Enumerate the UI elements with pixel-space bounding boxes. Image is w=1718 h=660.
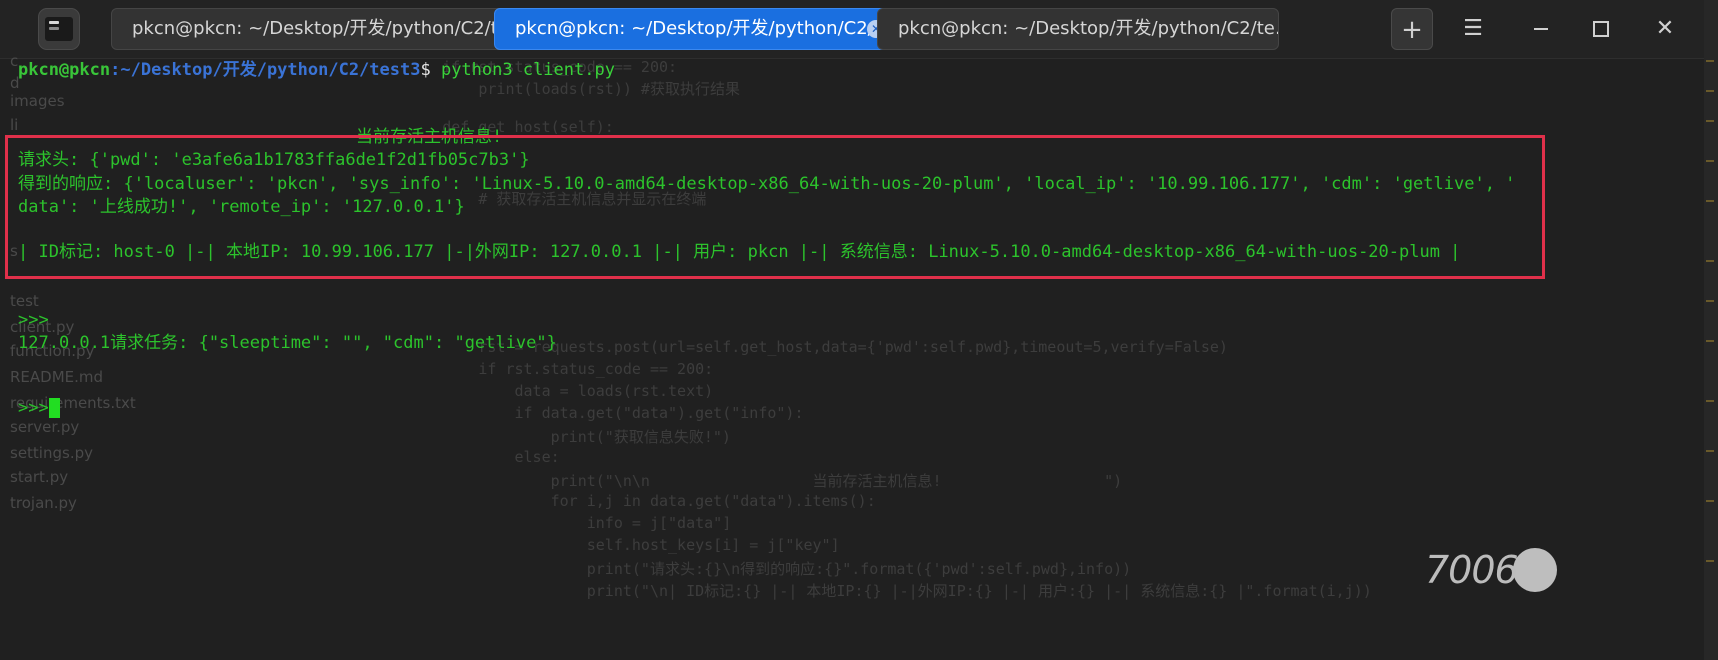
hamburger-icon: ☰ (1463, 16, 1483, 41)
task-request-line: 127.0.0.1请求任务: {"sleeptime": "", "cdm": … (18, 333, 557, 353)
background-minimap (1704, 0, 1718, 660)
repl-prompt: >>> (18, 310, 49, 330)
response-line: 得到的响应: {'localuser': 'pkcn', 'sys_info':… (18, 174, 1516, 194)
add-tab-button[interactable]: + (1391, 8, 1433, 50)
close-icon: ✕ (1655, 16, 1675, 41)
prompt-path: :~/Desktop/开发/python/C2/test3 (110, 60, 421, 80)
plus-icon: + (1401, 15, 1423, 45)
title-bar: pkcn@pkcn: ~/Desktop/开发/python/C2/te… pk… (0, 0, 1718, 59)
tab-label: pkcn@pkcn: ~/Desktop/开发/python/C2/te… (898, 18, 1279, 39)
minimize-button[interactable] (1520, 8, 1562, 50)
host-info-row: | ID标记: host-0 |-| 本地IP: 10.99.106.177 |… (18, 242, 1461, 262)
prompt-dollar: $ (420, 60, 431, 80)
tab-terminal-1[interactable]: pkcn@pkcn: ~/Desktop/开发/python/C2/te… (111, 8, 513, 50)
watermark-splat (1513, 548, 1557, 592)
maximize-button[interactable] (1580, 8, 1622, 50)
request-header-line: 请求头: {'pwd': 'e3afe6a1b1783ffa6de1f2d1fb… (18, 150, 530, 170)
tab-label: pkcn@pkcn: ~/Desktop/开发/python/C2/te… (132, 18, 513, 39)
alive-hosts-header: 当前存活主机信息! (356, 127, 503, 147)
menu-button[interactable]: ☰ (1452, 8, 1494, 50)
tab-terminal-3[interactable]: pkcn@pkcn: ~/Desktop/开发/python/C2/te… (877, 8, 1279, 50)
command-text: python3 client.py (430, 60, 615, 80)
text-cursor (48, 398, 60, 418)
maximize-icon (1593, 21, 1609, 37)
command-line: pkcn@pkcn:~/Desktop/开发/python/C2/test3$ … (18, 58, 615, 82)
response-line-continued: data': '上线成功!', 'remote_ip': '127.0.0.1'… (18, 197, 465, 217)
close-window-button[interactable]: ✕ (1644, 8, 1686, 50)
watermark-logo: 7006 (1425, 548, 1557, 598)
watermark-text: 7006 (1425, 548, 1519, 592)
prompt-user: pkcn@pkcn (18, 60, 111, 80)
repl-prompt-active[interactable]: >>> (18, 396, 60, 420)
tab-label: pkcn@pkcn: ~/Desktop/开发/python/C2/te… (515, 18, 896, 39)
terminal-app-icon[interactable] (38, 8, 80, 50)
tab-terminal-2[interactable]: pkcn@pkcn: ~/Desktop/开发/python/C2/te… ✕ (494, 8, 896, 50)
minimize-icon (1534, 28, 1548, 30)
repl-prompt-text: >>> (18, 398, 49, 418)
